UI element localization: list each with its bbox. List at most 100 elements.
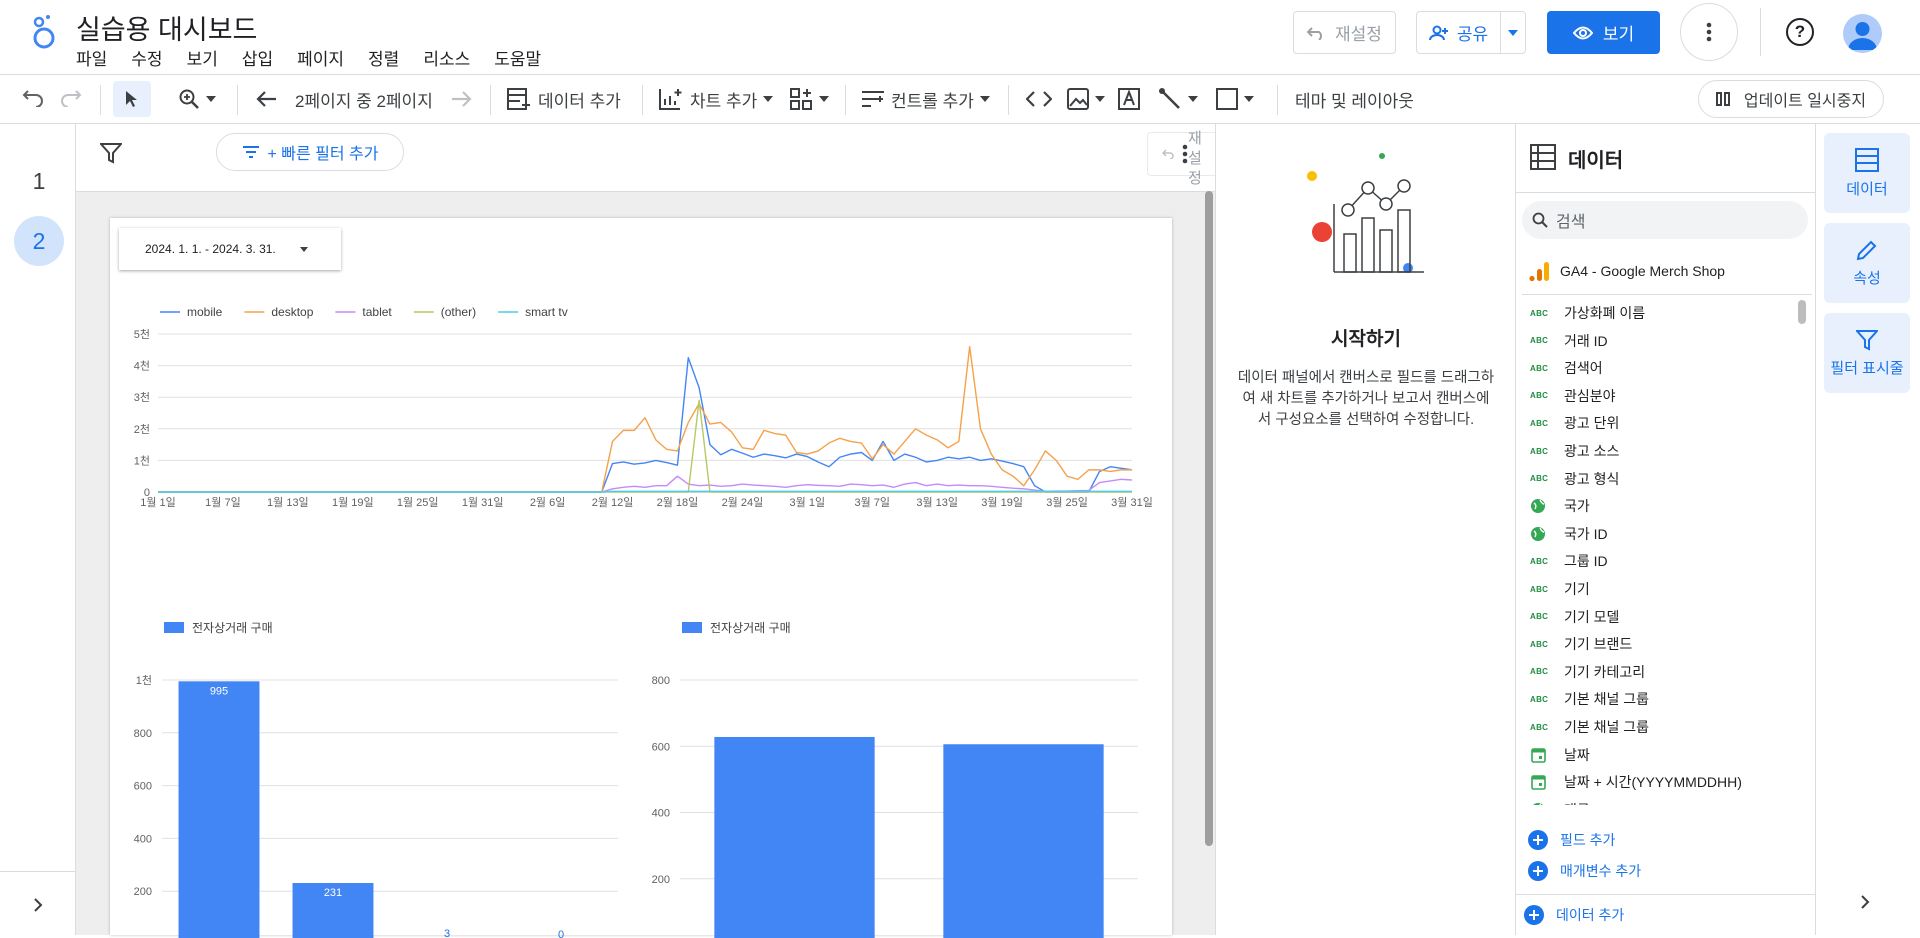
- text-box-icon[interactable]: [1118, 88, 1140, 110]
- legend-label: 전자상거래 구매: [192, 621, 273, 635]
- menu-insert[interactable]: 삽입: [242, 45, 273, 70]
- select-tool[interactable]: [113, 81, 151, 117]
- y-tick-label: 800: [134, 728, 152, 740]
- canvas-scrollbar[interactable]: [1205, 191, 1213, 846]
- community-viz-button[interactable]: [789, 75, 829, 123]
- x-tick-label: 2월 12일: [592, 495, 634, 509]
- filter-bar: + 빠른 필터 추가 재설정: [76, 124, 1231, 192]
- filter-icon[interactable]: [100, 142, 122, 164]
- menu-file[interactable]: 파일: [76, 45, 107, 70]
- field-item[interactable]: ABC 광고 단위: [1530, 410, 1619, 436]
- add-chart-icon: [659, 89, 682, 110]
- arrow-back-icon[interactable]: [255, 90, 277, 108]
- undo-icon[interactable]: [22, 89, 44, 107]
- line-chart[interactable]: mobile desktop tablet (other) smart tv01천2천3…: [110, 300, 1172, 570]
- field-item[interactable]: ABC 가상화폐 이름: [1530, 300, 1645, 326]
- theme-layout-button[interactable]: 테마 및 레이아웃: [1295, 75, 1414, 123]
- field-item[interactable]: ABC 광고 형식: [1530, 466, 1619, 492]
- field-item[interactable]: ABC 기기 모델: [1530, 604, 1619, 630]
- redo-icon[interactable]: [60, 89, 82, 107]
- field-label: 검색어: [1564, 360, 1603, 377]
- x-tick-label: 1월 7일: [205, 495, 241, 509]
- field-item[interactable]: ABC 기기: [1530, 576, 1590, 602]
- add-data-button[interactable]: 데이터 추가: [506, 75, 621, 123]
- menu-view[interactable]: 보기: [187, 45, 218, 70]
- menu-resource[interactable]: 리소스: [423, 45, 470, 70]
- looker-studio-logo[interactable]: [28, 14, 60, 50]
- text-type-icon: ABC: [1530, 446, 1549, 456]
- avatar[interactable]: [1843, 14, 1882, 53]
- more-vert-icon[interactable]: [1182, 144, 1188, 164]
- caret-down-icon: [819, 96, 829, 102]
- field-item[interactable]: 날짜: [1530, 742, 1590, 768]
- add-data-icon: [507, 88, 530, 110]
- field-item[interactable]: 대륙: [1530, 797, 1590, 805]
- field-item[interactable]: ABC 그룹 ID: [1530, 548, 1608, 574]
- add-field-button[interactable]: 필드 추가: [1528, 830, 1615, 850]
- field-label: 기본 채널 그룹: [1564, 719, 1650, 735]
- quick-filter-button[interactable]: + 빠른 필터 추가: [216, 133, 404, 171]
- text-type-icon: ABC: [1530, 308, 1549, 318]
- menu-page[interactable]: 페이지: [297, 45, 344, 70]
- share-button[interactable]: 공유: [1416, 11, 1526, 54]
- arrow-forward-icon[interactable]: [451, 90, 473, 108]
- share-dropdown[interactable]: [1501, 29, 1525, 36]
- more-options-button[interactable]: [1680, 3, 1738, 61]
- help-icon[interactable]: ?: [1786, 18, 1814, 46]
- field-item[interactable]: ABC 기기 브랜드: [1530, 631, 1632, 657]
- menu-help[interactable]: 도움말: [494, 45, 541, 70]
- add-control-button[interactable]: 컨트롤 추가: [861, 75, 990, 123]
- getting-started-description: 데이터 패널에서 캔버스로 필드를 드래그하여 새 차트를 추가하거나 보고서 …: [1237, 370, 1495, 428]
- field-item[interactable]: 국가: [1530, 493, 1590, 519]
- data-source-item[interactable]: GA4 - Google Merch Shop: [1528, 260, 1725, 282]
- code-icon[interactable]: [1026, 90, 1052, 108]
- data-tab[interactable]: 데이터: [1824, 133, 1910, 213]
- field-label: 국가: [1564, 498, 1590, 515]
- bar: [943, 744, 1104, 938]
- field-item[interactable]: ABC 광고 소스: [1530, 438, 1619, 464]
- bar-chart-month[interactable]: 전자상거래 구매02004006008002월3월: [630, 618, 1172, 938]
- menu-arrange[interactable]: 정렬: [368, 45, 399, 70]
- data-table-icon: [1530, 144, 1556, 170]
- field-list-scrollbar[interactable]: [1798, 300, 1806, 324]
- add-parameter-button[interactable]: 매개변수 추가: [1528, 861, 1641, 881]
- chevron-right-icon[interactable]: [33, 897, 43, 913]
- field-item[interactable]: ABC 검색어: [1530, 355, 1603, 381]
- eye-icon: [1572, 26, 1593, 39]
- zoom-tool[interactable]: [178, 75, 216, 123]
- search-input[interactable]: 검색: [1522, 201, 1808, 239]
- reset-button[interactable]: 재설정: [1293, 11, 1396, 54]
- text-type-icon: ABC: [1530, 667, 1549, 677]
- menu-edit[interactable]: 수정: [131, 45, 162, 70]
- field-item[interactable]: 국가 ID: [1530, 521, 1608, 547]
- add-data-source-button[interactable]: 데이터 추가: [1524, 905, 1624, 925]
- series-line-tablet: [158, 475, 1133, 493]
- chevron-right-icon[interactable]: [1860, 894, 1870, 910]
- field-label: 거래 ID: [1564, 332, 1608, 349]
- share-main[interactable]: 공유: [1417, 12, 1501, 53]
- properties-tab[interactable]: 속성: [1824, 223, 1910, 303]
- page-1-button[interactable]: 1: [14, 156, 64, 206]
- report-canvas: 2024. 1. 1. - 2024. 3. 31. mobile desktop…: [110, 218, 1172, 938]
- globe-icon: [1531, 499, 1545, 514]
- undo-icon: [1307, 26, 1322, 40]
- field-item[interactable]: ABC 기본 채널 그룹: [1530, 714, 1649, 740]
- insert-image-button[interactable]: [1067, 75, 1105, 123]
- field-item[interactable]: ABC 관심분야: [1530, 383, 1616, 409]
- add-chart-button[interactable]: 차트 추가: [658, 75, 774, 123]
- field-item[interactable]: 날짜 + 시간(YYYYMMDDHH): [1530, 769, 1742, 795]
- field-item[interactable]: ABC 기본 채널 그룹: [1530, 686, 1649, 712]
- page-2-button[interactable]: 2: [14, 216, 64, 266]
- insert-shape-button[interactable]: [1216, 75, 1254, 123]
- globe-icon: [1531, 526, 1545, 541]
- pause-updates-button[interactable]: 업데이트 일시중지: [1698, 80, 1884, 118]
- x-tick-label: 1월 25일: [397, 495, 439, 509]
- filter-bar-tab[interactable]: 필터 표시줄: [1824, 313, 1910, 393]
- field-item[interactable]: ABC 기기 카테고리: [1530, 659, 1645, 685]
- bar-chart-device[interactable]: 전자상거래 구매02004006008001천desktop995mobile2…: [110, 618, 630, 938]
- view-button[interactable]: 보기: [1547, 11, 1660, 54]
- insert-line-button[interactable]: [1158, 75, 1198, 123]
- report-title[interactable]: 실습용 대시보드: [76, 8, 257, 47]
- field-item[interactable]: ABC 거래 ID: [1530, 328, 1608, 354]
- date-range-control[interactable]: 2024. 1. 1. - 2024. 3. 31.: [119, 228, 341, 270]
